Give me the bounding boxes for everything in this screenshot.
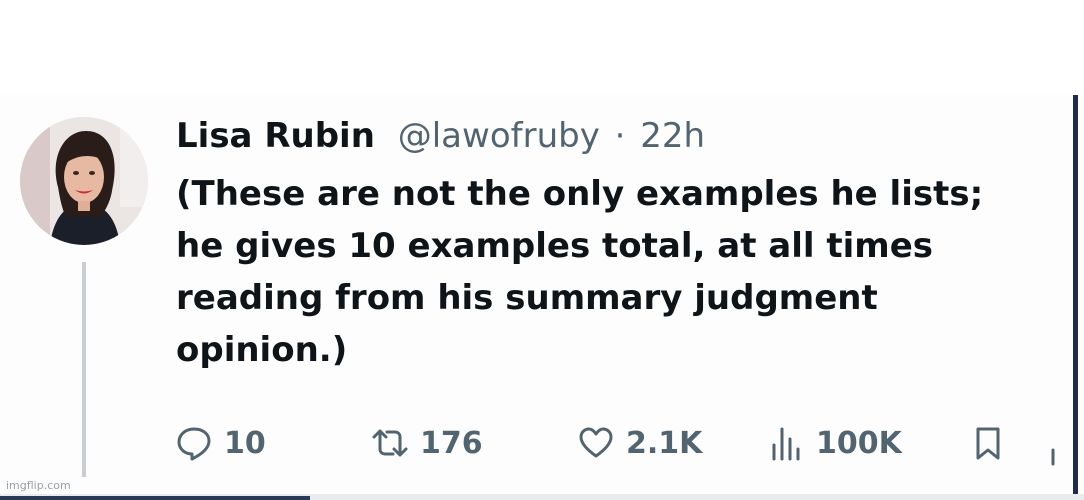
tweet-text-line: opinion.) — [176, 330, 348, 370]
views-button[interactable]: 100K — [768, 420, 902, 466]
right-edge-bar — [1073, 95, 1078, 500]
tweet-text-line: (These are not the only examples he list… — [176, 174, 984, 214]
tweet-text: (These are not the only examples he list… — [176, 168, 1036, 376]
tweet-header: Lisa Rubin @lawofruby · 22h — [176, 112, 705, 160]
like-count: 2.1K — [626, 425, 703, 461]
reply-count: 10 — [224, 425, 266, 461]
timestamp[interactable]: 22h — [640, 116, 705, 156]
share-icon[interactable] — [1050, 442, 1060, 466]
separator-dot: · — [614, 116, 626, 156]
tweet-text-line: reading from his summary judgment — [176, 278, 878, 318]
views-count: 100K — [816, 425, 902, 461]
retweet-icon — [372, 425, 408, 461]
bookmark-icon — [970, 425, 1006, 461]
bookmark-button[interactable] — [970, 420, 1006, 466]
avatar-photo — [20, 117, 148, 245]
views-icon — [768, 425, 804, 461]
reply-button[interactable]: 10 — [176, 420, 266, 466]
like-button[interactable]: 2.1K — [578, 420, 702, 466]
retweet-button[interactable]: 176 — [372, 420, 483, 466]
author-name[interactable]: Lisa Rubin — [176, 116, 375, 156]
screenshot-canvas: Lisa Rubin @lawofruby · 22h (These are n… — [0, 0, 1084, 500]
watermark: imgflip.com — [6, 479, 71, 492]
avatar[interactable] — [20, 117, 148, 245]
author-handle[interactable]: @lawofruby — [398, 116, 600, 156]
reply-icon — [176, 425, 212, 461]
thread-line — [82, 262, 86, 477]
bottom-accent-bar — [0, 496, 310, 500]
tweet-text-line: he gives 10 examples total, at all times — [176, 226, 933, 266]
retweet-count: 176 — [420, 425, 483, 461]
heart-icon — [578, 425, 614, 461]
